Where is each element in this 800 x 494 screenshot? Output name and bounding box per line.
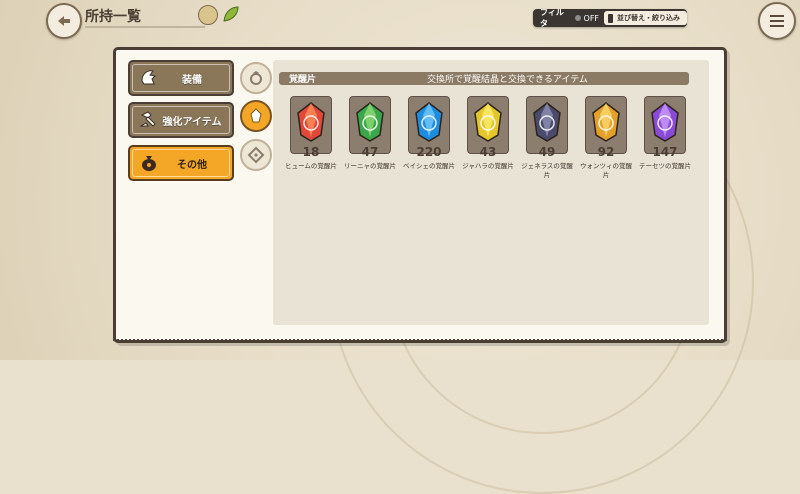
item-card[interactable]: 92 ウォンツィの覚醒片 [580,96,632,180]
item-count: 220 [416,145,442,159]
item-card[interactable]: 220 ベイシェの覚醒片 [403,96,455,180]
helmet-icon [141,70,157,85]
diamond-icon [247,146,265,164]
category-label: 装備 [182,74,202,86]
item-count: 18 [302,145,320,159]
panel-bottom-ornament [113,333,727,341]
item-name: ヒュームの覚醒片 [285,162,337,170]
menu-button[interactable] [758,2,796,40]
category-label: その他 [177,159,207,171]
item-card[interactable]: 47 リーニャの覚醒片 [344,96,396,180]
title-underline [85,26,205,28]
section-header: 覚醒片 交換所で覚醒結晶と交換できるアイテム [279,72,689,85]
item-frame: 18 [290,96,332,159]
item-name: ウォンツィの覚醒片 [580,162,632,179]
section-description: 交換所で覚醒結晶と交換できるアイテム [427,75,588,85]
item-count: 92 [597,145,615,159]
subtab-ring-button[interactable] [240,62,272,94]
item-count: 49 [538,145,556,159]
item-name: リーニャの覚醒片 [344,162,396,170]
item-grid: 18 ヒュームの覚醒片 47 リーニャの覚醒片 220 ベイシェの覚醒片 43 ジャハラの覚醒… [285,96,691,180]
item-count: 147 [652,145,678,159]
item-card[interactable]: 43 ジャハラの覚醒片 [462,96,514,180]
filter-state: OFF [583,13,600,23]
category-label: 強化アイテム [162,116,222,128]
item-frame: 92 [585,96,627,159]
subtab-crystal-button[interactable] [240,100,272,132]
section-title: 覚醒片 [289,75,317,85]
leaf-icon[interactable] [221,4,241,24]
awakening-shard-icon [297,102,325,142]
bag-icon [142,156,156,171]
filter-label: フィルタ [540,8,564,28]
crystal-icon [250,108,262,123]
item-count: 43 [479,145,497,159]
back-arrow-icon [58,16,70,26]
item-frame: 147 [644,96,686,159]
filter-toggle-icon [574,15,581,21]
item-card[interactable]: 49 ジェネラスの覚醒片 [521,96,573,180]
item-frame: 43 [467,96,509,159]
sort-filter-button[interactable]: 並び替え・絞り込み [604,11,688,25]
item-name: ジャハラの覚醒片 [462,162,514,170]
category-equipment-button[interactable]: 装備 [128,60,234,96]
awakening-shard-icon [415,102,443,142]
ring-icon [250,71,262,85]
filter-bar[interactable]: フィルタ OFF 並び替え・絞り込み [533,8,688,28]
category-other-button[interactable]: その他 [128,145,234,181]
item-name: テーセツの覚醒片 [639,162,691,170]
awakening-shard-icon [592,102,620,142]
item-card[interactable]: 147 テーセツの覚醒片 [639,96,691,180]
inventory-panel: 装備 強化アイテム その他 覚醒片 交換所で覚醒結晶と交換できるアイテム 18 … [113,47,727,343]
awakening-shard-icon [474,102,502,142]
item-card[interactable]: 18 ヒュームの覚醒片 [285,96,337,180]
item-count: 47 [361,145,379,159]
awakening-shard-icon [356,102,384,142]
item-name: ジェネラスの覚醒片 [521,162,573,179]
page-title: 所持一覧 [85,9,141,25]
category-enhance-button[interactable]: 強化アイテム [128,102,234,138]
back-button[interactable] [46,3,82,39]
awakening-shard-icon [533,102,561,142]
item-frame: 49 [526,96,568,159]
item-frame: 220 [408,96,450,159]
item-list-area: 覚醒片 交換所で覚醒結晶と交換できるアイテム 18 ヒュームの覚醒片 47 リーニャの… [273,60,709,325]
hammer-icon [139,111,156,127]
awakening-shard-icon [651,102,679,142]
sort-label: 並び替え・絞り込み [617,14,681,22]
item-frame: 47 [349,96,391,159]
subtab-diamond-button[interactable] [240,139,272,171]
info-coin-icon[interactable] [198,5,218,25]
hamburger-icon [770,15,784,17]
sort-icon [608,13,614,23]
item-name: ベイシェの覚醒片 [403,162,455,170]
